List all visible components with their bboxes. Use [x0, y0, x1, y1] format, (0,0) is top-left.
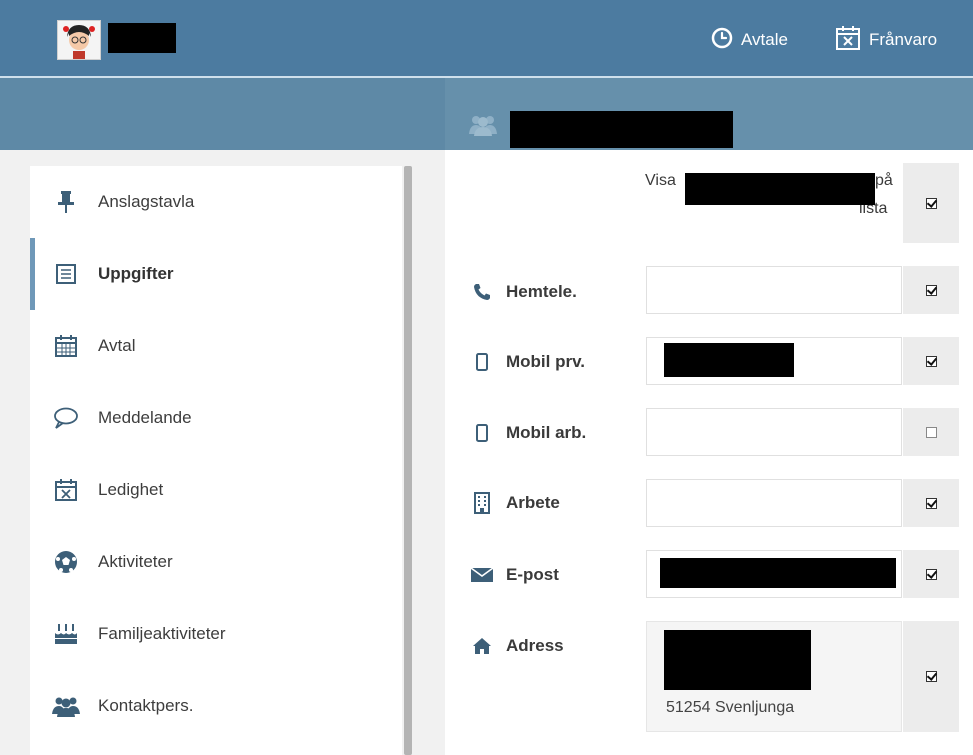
sidebar-item-anslagstavla[interactable]: Anslagstavla — [30, 166, 402, 238]
chat-bubble-icon — [52, 404, 80, 432]
home-phone-label: Hemtele. — [470, 280, 577, 304]
work-phone-checkbox-cell — [903, 479, 959, 527]
sidebar-item-label: Aktiviteter — [98, 552, 173, 571]
redacted-username — [108, 23, 176, 53]
calendar-x-icon — [52, 476, 80, 504]
mobile-icon — [470, 350, 494, 374]
calendar-x-icon — [835, 25, 861, 56]
address-checkbox-cell — [903, 621, 959, 732]
email-checkbox[interactable] — [925, 568, 937, 580]
home-phone-field[interactable] — [646, 266, 902, 314]
work-phone-label: Arbete — [470, 491, 560, 515]
row-label-text: Hemtele. — [506, 282, 577, 301]
sidebar-item-kontaktpers[interactable]: Kontaktpers. — [30, 670, 402, 742]
group-icon — [468, 114, 498, 141]
redacted-person-name — [510, 111, 733, 148]
redacted-visa-name — [685, 173, 875, 205]
private-mobile-checkbox-cell — [903, 337, 959, 385]
group-icon — [52, 692, 80, 720]
home-phone-checkbox[interactable] — [925, 284, 937, 296]
appointment-link[interactable]: Avtale — [711, 27, 788, 54]
phone-icon — [470, 280, 494, 304]
row-label-text: Mobil arb. — [506, 423, 587, 442]
show-on-list-checkbox[interactable] — [925, 197, 937, 209]
pin-icon — [52, 188, 80, 216]
sidebar-menu: Anslagstavla Uppgifter Avtal Meddelande … — [30, 166, 402, 755]
address-label: Adress — [470, 634, 564, 658]
mobile-icon — [470, 421, 494, 445]
visa-suffix-1: på — [875, 172, 893, 189]
visa-prefix: Visa — [645, 172, 676, 189]
redacted-private-mobile — [664, 343, 794, 377]
email-label: E-post — [470, 563, 559, 587]
private-mobile-checkbox[interactable] — [925, 355, 937, 367]
sidebar-item-label: Meddelande — [98, 408, 192, 427]
absence-label: Frånvaro — [869, 30, 938, 49]
sidebar-item-ledighet[interactable]: Ledighet — [30, 454, 402, 526]
sidebar-scrollbar[interactable] — [404, 166, 412, 755]
absence-link[interactable]: Frånvaro — [835, 25, 938, 52]
soccer-ball-icon — [52, 548, 80, 576]
sidebar-item-label: Ledighet — [98, 480, 164, 499]
row-label-text: Mobil prv. — [506, 352, 586, 371]
sidebar-item-avtal[interactable]: Avtal — [30, 310, 402, 382]
home-icon — [470, 634, 494, 658]
work-mobile-label: Mobil arb. — [470, 421, 586, 445]
home-phone-checkbox-cell — [903, 266, 959, 314]
sub-header-left — [0, 78, 445, 150]
work-phone-checkbox[interactable] — [925, 497, 937, 509]
avatar[interactable] — [57, 20, 101, 60]
calendar-icon — [52, 332, 80, 360]
sidebar-item-uppgifter[interactable]: Uppgifter — [30, 238, 402, 310]
list-icon — [52, 260, 80, 288]
row-label-text: Adress — [506, 636, 564, 655]
work-mobile-checkbox-cell — [903, 408, 959, 456]
sidebar-item-label: Uppgifter — [98, 264, 174, 283]
clock-icon — [711, 27, 733, 54]
sidebar-item-label: Familjeaktiviteter — [98, 624, 226, 643]
envelope-icon — [470, 563, 494, 587]
redacted-address-street — [664, 630, 811, 690]
sidebar-item-aktiviteter[interactable]: Aktiviteter — [30, 526, 402, 598]
work-mobile-field[interactable] — [646, 408, 902, 456]
work-mobile-checkbox[interactable] — [925, 426, 937, 438]
private-mobile-label: Mobil prv. — [470, 350, 585, 374]
sidebar-item-label: Anslagstavla — [98, 192, 195, 211]
sub-header-bar — [0, 78, 973, 150]
address-postal-line: 51254 Svenljunga — [666, 699, 795, 716]
sidebar-item-familjeaktiviteter[interactable]: Familjeaktiviteter — [30, 598, 402, 670]
sidebar-item-meddelande[interactable]: Meddelande — [30, 382, 402, 454]
email-checkbox-cell — [903, 550, 959, 598]
cake-icon — [52, 620, 80, 648]
sidebar-item-label: Kontaktpers. — [98, 696, 194, 715]
appointment-label: Avtale — [741, 30, 788, 49]
address-checkbox[interactable] — [925, 671, 937, 682]
work-phone-field[interactable] — [646, 479, 902, 527]
building-icon — [470, 491, 494, 515]
row-label-text: E-post — [506, 565, 559, 584]
sidebar-item-label: Avtal — [98, 336, 136, 355]
top-bar: Avtale Frånvaro — [0, 0, 973, 78]
row-label-text: Arbete — [506, 493, 560, 512]
redacted-email — [660, 558, 896, 588]
show-on-list-checkbox-cell — [903, 163, 959, 243]
